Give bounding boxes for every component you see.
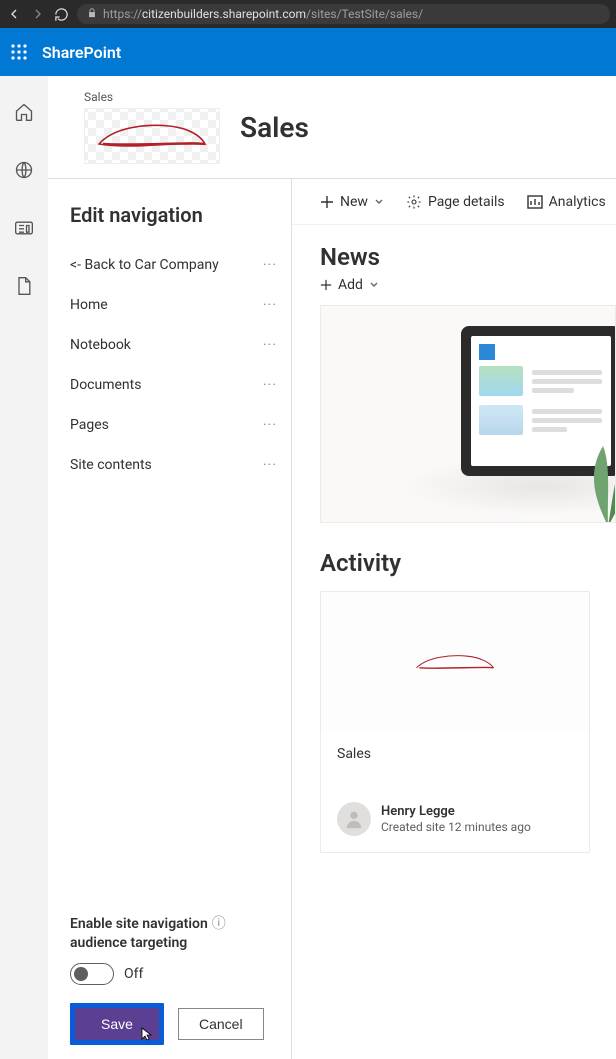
globe-icon[interactable] <box>8 154 40 186</box>
home-icon[interactable] <box>8 96 40 128</box>
nav-item-pages[interactable]: Pages ··· <box>70 405 281 445</box>
news-add-button[interactable]: Add <box>320 277 616 293</box>
activity-heading: Activity <box>320 549 616 577</box>
plus-icon <box>320 279 332 291</box>
nav-item-label: Pages <box>70 417 109 433</box>
edit-nav-heading: Edit navigation <box>70 203 281 227</box>
nav-item-label: Notebook <box>70 337 131 353</box>
chevron-down-icon <box>369 280 379 290</box>
back-icon[interactable] <box>6 6 22 22</box>
chart-icon <box>527 195 543 209</box>
activity-card-title: Sales <box>337 746 573 762</box>
url-text: https://citizenbuilders.sharepoint.com/s… <box>103 7 423 21</box>
url-bar[interactable]: https://citizenbuilders.sharepoint.com/s… <box>77 4 610 24</box>
app-launcher-icon[interactable] <box>10 43 28 61</box>
nav-item-back[interactable]: <- Back to Car Company ··· <box>70 245 281 285</box>
cancel-button[interactable]: Cancel <box>178 1008 264 1040</box>
save-button[interactable]: Save <box>75 1008 159 1040</box>
nav-item-label: Documents <box>70 377 141 393</box>
new-button[interactable]: New <box>320 194 384 210</box>
audience-targeting-label: Enable site navigation audience targetin… <box>70 915 281 953</box>
page-title: Sales <box>240 111 309 144</box>
analytics-button[interactable]: Analytics <box>527 194 606 210</box>
suite-title[interactable]: SharePoint <box>42 43 121 62</box>
news-placeholder <box>320 305 616 523</box>
cursor-icon <box>141 1027 153 1044</box>
forward-icon[interactable] <box>30 6 46 22</box>
nav-item-label: Site contents <box>70 457 152 473</box>
nav-item-site-contents[interactable]: Site contents ··· <box>70 445 281 485</box>
more-icon[interactable]: ··· <box>263 457 281 473</box>
page-details-button[interactable]: Page details <box>406 194 505 210</box>
breadcrumb: Sales <box>84 90 220 104</box>
nav-item-label: Home <box>70 297 108 313</box>
site-logo[interactable] <box>84 108 220 164</box>
more-icon[interactable]: ··· <box>263 377 281 393</box>
lock-icon <box>87 7 97 21</box>
reload-icon[interactable] <box>54 7 69 22</box>
nav-item-documents[interactable]: Documents ··· <box>70 365 281 405</box>
more-icon[interactable]: ··· <box>263 297 281 313</box>
news-icon[interactable] <box>8 212 40 244</box>
activity-user: Henry Legge <box>381 804 531 820</box>
gear-icon <box>406 194 422 210</box>
command-bar: New Page details Analytics <box>292 179 616 225</box>
nav-item-label: <- Back to Car Company <box>70 257 219 273</box>
more-icon[interactable]: ··· <box>263 337 281 353</box>
audience-targeting-toggle[interactable] <box>70 963 114 985</box>
activity-action: Created site 12 minutes ago <box>381 820 531 834</box>
nav-item-notebook[interactable]: Notebook ··· <box>70 325 281 365</box>
more-icon[interactable]: ··· <box>263 417 281 433</box>
activity-card[interactable]: Sales Henry Legge Created site 12 minute… <box>320 591 590 853</box>
edit-navigation-panel: Edit navigation <- Back to Car Company ·… <box>48 179 292 1059</box>
app-rail <box>0 76 48 1059</box>
activity-card-thumbnail <box>321 592 589 732</box>
toggle-state-text: Off <box>124 966 143 982</box>
more-icon[interactable]: ··· <box>263 257 281 273</box>
file-icon[interactable] <box>8 270 40 302</box>
info-icon[interactable]: ⓘ <box>212 915 226 934</box>
chevron-down-icon <box>374 197 384 207</box>
suite-bar: SharePoint <box>0 28 616 76</box>
plant-illustration <box>583 436 616 523</box>
site-header: Sales Sales <box>48 76 616 178</box>
save-highlight: Save <box>70 1003 164 1045</box>
news-heading: News <box>320 243 616 271</box>
avatar <box>337 802 371 836</box>
browser-chrome: https://citizenbuilders.sharepoint.com/s… <box>0 0 616 28</box>
nav-item-home[interactable]: Home ··· <box>70 285 281 325</box>
main-content: New Page details Analytics News <box>292 179 616 1059</box>
